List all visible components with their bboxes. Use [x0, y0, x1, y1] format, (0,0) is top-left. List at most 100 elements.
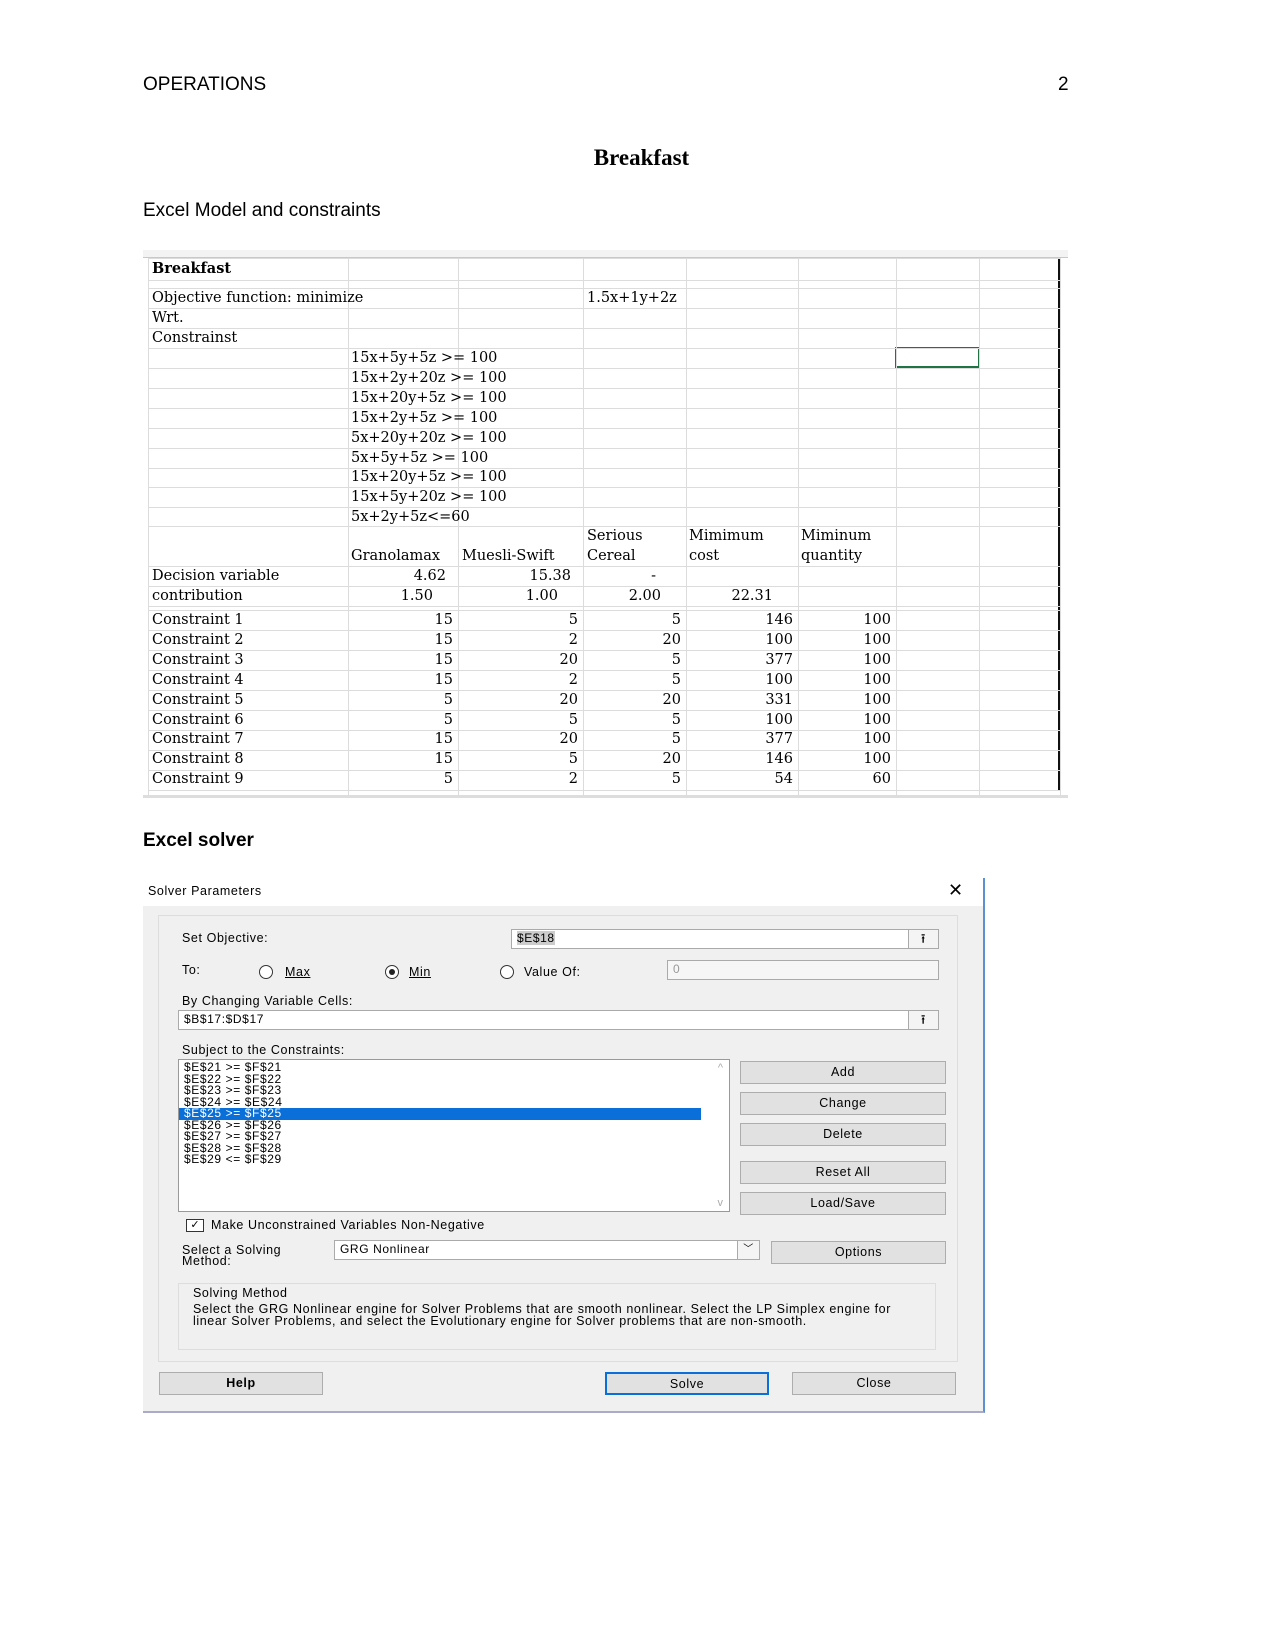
radio-min[interactable] — [385, 965, 399, 979]
constraints-list[interactable]: ^ v $E$21 >= $F$21 $E$22 >= $F$22 $E$23 >=… — [178, 1059, 730, 1212]
constraint-row-value: 100 — [765, 671, 793, 688]
solving-method-box: Solving Method Select the GRG Nonlinear … — [178, 1283, 936, 1350]
dialog-titlebar: Solver Parameters ✕ — [143, 878, 983, 906]
column-header: Cereal — [587, 548, 636, 564]
radio-max[interactable] — [259, 965, 273, 979]
scroll-up-icon[interactable]: ^ — [718, 1062, 723, 1074]
column-header: quantity — [801, 548, 863, 564]
constraints-label: Constrainst — [152, 330, 238, 346]
constraint-equation: 5x+20y+20z >= 100 — [351, 429, 507, 446]
set-objective-label: Set Objective: — [182, 931, 269, 945]
solver-panel: Set Objective: $E$18 ⭱ To: Max Min Value … — [158, 915, 958, 1362]
gridline — [148, 408, 1060, 409]
constraint-row-value: 146 — [765, 612, 793, 628]
constraint-row-value: 15 — [434, 612, 453, 628]
nonneg-label: Make Unconstrained Variables Non-Negativ… — [211, 1218, 485, 1232]
objective-formula: 1.5x+1y+2z — [587, 290, 677, 306]
section-heading-model: Excel Model and constraints — [143, 200, 381, 221]
constraint-row-value: 54 — [774, 771, 793, 788]
gridline — [148, 507, 1060, 508]
solver-parameters-dialog: Solver Parameters ✕ Set Objective: $E$18… — [143, 878, 985, 1413]
add-button[interactable]: Add — [740, 1061, 946, 1084]
constraint-row-label: Constraint 5 — [152, 691, 244, 708]
constraint-row-value: 2 — [568, 671, 578, 688]
gridline — [148, 468, 1060, 469]
constraint-row-value: 20 — [559, 731, 578, 748]
constraint-row-label: Constraint 2 — [152, 631, 244, 648]
constraint-list-item[interactable]: $E$29 <= $F$29 — [179, 1153, 729, 1166]
load-save-button[interactable]: Load/Save — [740, 1192, 946, 1215]
constraint-equation: 15x+2y+5z >= 100 — [351, 409, 498, 426]
nonneg-checkbox[interactable]: ✓ — [186, 1219, 204, 1232]
contribution-value: 2.00 — [628, 588, 661, 604]
value-of-input[interactable]: 0 — [667, 960, 939, 980]
reset-all-button[interactable]: Reset All — [740, 1161, 946, 1184]
constraint-equation: 15x+2y+20z >= 100 — [351, 369, 507, 386]
constraint-row-value: 5 — [671, 671, 681, 688]
constraint-row-value: 100 — [863, 612, 891, 628]
help-button[interactable]: Help — [159, 1372, 323, 1395]
constraint-equation: 15x+5y+20z >= 100 — [351, 489, 507, 506]
decision-value: 4.62 — [413, 568, 446, 584]
options-button[interactable]: Options — [771, 1241, 946, 1264]
constraint-row-label: Constraint 6 — [152, 711, 244, 728]
delete-button[interactable]: Delete — [740, 1123, 946, 1146]
wrt-label: Wrt. — [152, 310, 184, 326]
close-button[interactable]: Close — [792, 1372, 956, 1395]
decision-value: - — [651, 568, 656, 584]
constraint-row-value: 5 — [443, 691, 453, 708]
constraint-row-value: 100 — [863, 751, 891, 768]
changing-cells-label: By Changing Variable Cells: — [182, 994, 353, 1008]
solve-button[interactable]: Solve — [605, 1372, 769, 1395]
constraint-row-value: 2 — [568, 771, 578, 788]
constraint-row-value: 5 — [671, 612, 681, 628]
column-header: Muesli-Swift — [462, 548, 555, 564]
scroll-down-icon[interactable]: v — [718, 1197, 724, 1209]
constraint-row-value: 20 — [559, 651, 578, 668]
contribution-value: 22.31 — [731, 588, 773, 604]
radio-value-of[interactable] — [500, 965, 514, 979]
close-icon[interactable]: ✕ — [948, 880, 964, 901]
constraint-row-label: Constraint 8 — [152, 751, 244, 768]
constraint-row-value: 100 — [863, 631, 891, 648]
constraint-row-value: 15 — [434, 731, 453, 748]
gridline — [148, 308, 1060, 309]
method-label-2: Method: — [182, 1254, 232, 1268]
constraint-row-value: 5 — [671, 731, 681, 748]
constraint-row-value: 15 — [434, 631, 453, 648]
to-label: To: — [182, 963, 201, 977]
page-title: Breakfast — [593, 145, 690, 170]
constraints-label: Subject to the Constraints: — [182, 1043, 345, 1057]
set-objective-input[interactable]: $E$18 ⭱ — [511, 929, 939, 949]
decision-label: Decision variable — [152, 568, 280, 584]
chevron-down-icon[interactable]: ﹀ — [737, 1241, 759, 1259]
constraint-row-value: 377 — [765, 731, 793, 748]
collapse-icon[interactable]: ⭱ — [908, 1011, 938, 1029]
solving-method-description: Select the GRG Nonlinear engine for Solv… — [193, 1302, 891, 1328]
objective-label: Objective function: minimize — [152, 290, 364, 306]
constraint-row-value: 5 — [443, 711, 453, 728]
running-header: OPERATIONS — [143, 74, 267, 95]
constraint-row-value: 20 — [559, 691, 578, 708]
column-header-bar — [143, 250, 1068, 258]
constraint-row-value: 20 — [662, 691, 681, 708]
column-header: cost — [689, 548, 720, 564]
changing-cells-input[interactable]: $B$17:$D$17 ⭱ — [178, 1010, 939, 1030]
constraint-row-value: 15 — [434, 671, 453, 688]
constraint-row-value: 100 — [863, 671, 891, 688]
solving-method-title: Solving Method — [193, 1286, 288, 1300]
change-button[interactable]: Change — [740, 1092, 946, 1115]
solving-method-select[interactable]: GRG Nonlinear ﹀ — [334, 1240, 760, 1260]
contribution-value: 1.00 — [525, 588, 558, 604]
constraint-row-value: 5 — [568, 751, 578, 768]
gridline — [148, 258, 1060, 259]
constraint-equation: 15x+20y+5z >= 100 — [351, 389, 507, 406]
constraint-row-value: 20 — [662, 751, 681, 768]
constraint-row-value: 100 — [765, 711, 793, 728]
constraint-equation: 5x+2y+5z<=60 — [351, 509, 470, 526]
constraint-row-label: Constraint 1 — [152, 612, 244, 628]
dialog-title: Solver Parameters — [148, 884, 262, 898]
spreadsheet-screenshot: Breakfast Objective function: minimize 1.5… — [143, 250, 1068, 798]
collapse-icon[interactable]: ⭱ — [908, 930, 938, 948]
column-header: Serious — [587, 528, 643, 544]
